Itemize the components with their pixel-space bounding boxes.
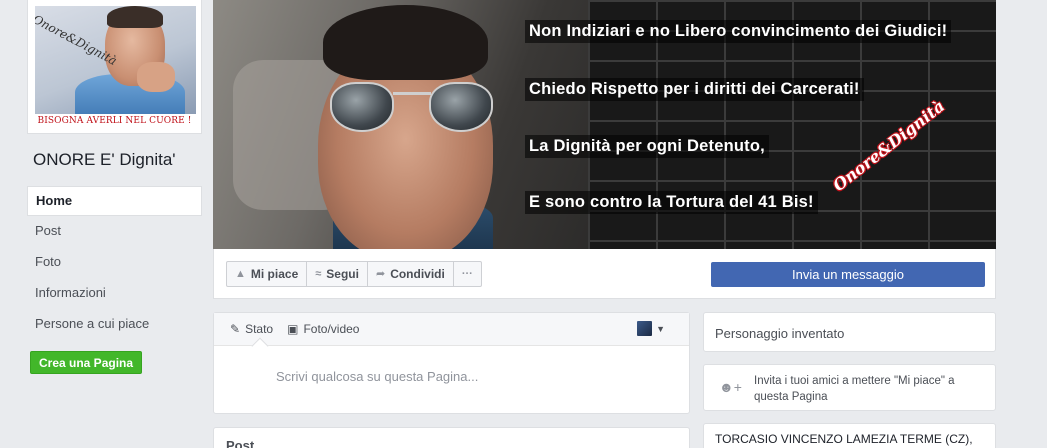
share-label: Condividi xyxy=(390,267,445,281)
page-category[interactable]: Personaggio inventato xyxy=(715,326,844,341)
posts-section-header: Post xyxy=(213,427,690,448)
post-composer: ✎ Stato ▣ Foto/video ▼ Scrivi qualcosa s… xyxy=(213,312,690,414)
cover-caption-line: Chiedo Rispetto per i diritti dei Carcer… xyxy=(525,78,864,101)
post-as-selector[interactable]: ▼ xyxy=(637,321,665,336)
nav-item-home[interactable]: Home xyxy=(27,186,202,216)
invite-friends-card[interactable]: ☻+ Invita i tuoi amici a mettere "Mi pia… xyxy=(703,364,996,411)
rss-icon: ≈ xyxy=(315,268,322,280)
profile-picture[interactable]: Onore&Dignità xyxy=(35,6,196,114)
create-page-button[interactable]: Crea una Pagina xyxy=(30,351,143,374)
category-card: Personaggio inventato xyxy=(703,312,996,352)
tab-photo-label: Foto/video xyxy=(303,322,360,336)
posts-section-title: Post xyxy=(226,438,255,448)
profile-caption: BISOGNA AVERLI NEL CUORE ! xyxy=(37,116,192,126)
composer-tabs: ✎ Stato ▣ Foto/video ▼ xyxy=(214,313,689,355)
invite-friends-text: Invita i tuoi amici a mettere "Mi piace"… xyxy=(754,375,955,403)
composer-pointer xyxy=(251,337,269,355)
like-button[interactable]: ▲ Mi piace xyxy=(226,261,308,287)
nav-item-foto[interactable]: Foto xyxy=(27,248,202,278)
profile-hair xyxy=(107,6,163,28)
like-label: Mi piace xyxy=(250,267,299,281)
follow-label: Segui xyxy=(326,267,359,281)
cover-hair xyxy=(323,5,488,80)
more-options-button[interactable]: ··· xyxy=(452,261,482,287)
send-message-button[interactable]: Invia un messaggio xyxy=(711,262,985,287)
share-arrow-icon: ➦ xyxy=(375,268,386,280)
more-dots-icon: ··· xyxy=(461,268,473,280)
avatar xyxy=(637,321,653,336)
follow-button[interactable]: ≈ Segui xyxy=(306,261,368,287)
share-button[interactable]: ➦ Condividi xyxy=(366,261,454,287)
add-friend-icon: ☻+ xyxy=(719,379,742,395)
tab-status-label: Stato xyxy=(245,322,274,336)
sunglasses-bridge xyxy=(393,92,431,95)
cover-photo[interactable]: Non Indiziari e no Libero convincimento … xyxy=(213,0,996,249)
sunglasses-right-lens xyxy=(429,82,493,132)
cover-caption-line: E sono contro la Tortura del 41 Bis! xyxy=(525,191,818,214)
cover-caption-line: La Dignità per ogni Detenuto, xyxy=(525,135,769,158)
camera-icon: ▣ xyxy=(287,322,299,336)
tab-photo-video[interactable]: ▣ Foto/video xyxy=(287,322,359,336)
page-action-bar: ▲ Mi piace ≈ Segui ➦ Condividi ··· Invia… xyxy=(213,249,996,299)
cover-caption-line: Non Indiziari e no Libero convincimento … xyxy=(525,20,952,43)
thumbs-up-icon: ▲ xyxy=(235,268,246,280)
chevron-down-icon: ▼ xyxy=(656,323,665,334)
nav-item-informazioni[interactable]: Informazioni xyxy=(27,279,202,309)
profile-picture-frame[interactable]: Onore&Dignità BISOGNA AVERLI NEL CUORE ! xyxy=(27,0,202,134)
about-text: TORCASIO VINCENZO LAMEZIA TERME (CZ), xyxy=(715,432,973,446)
action-button-group: ▲ Mi piace ≈ Segui ➦ Condividi ··· xyxy=(226,261,482,287)
nav-item-persone[interactable]: Persone a cui piace xyxy=(27,310,202,340)
page-title[interactable]: ONORE E' Dignita' xyxy=(33,150,176,170)
page-nav: Home Post Foto Informazioni Persone a cu… xyxy=(27,186,202,341)
nav-item-post[interactable]: Post xyxy=(27,217,202,247)
composer-input[interactable]: Scrivi qualcosa su questa Pagina... xyxy=(276,369,478,384)
sunglasses-left-lens xyxy=(330,82,394,132)
tab-status[interactable]: ✎ Stato xyxy=(230,322,273,336)
profile-hand xyxy=(137,62,175,92)
about-card: TORCASIO VINCENZO LAMEZIA TERME (CZ), xyxy=(703,423,996,448)
pencil-icon: ✎ xyxy=(230,322,241,336)
